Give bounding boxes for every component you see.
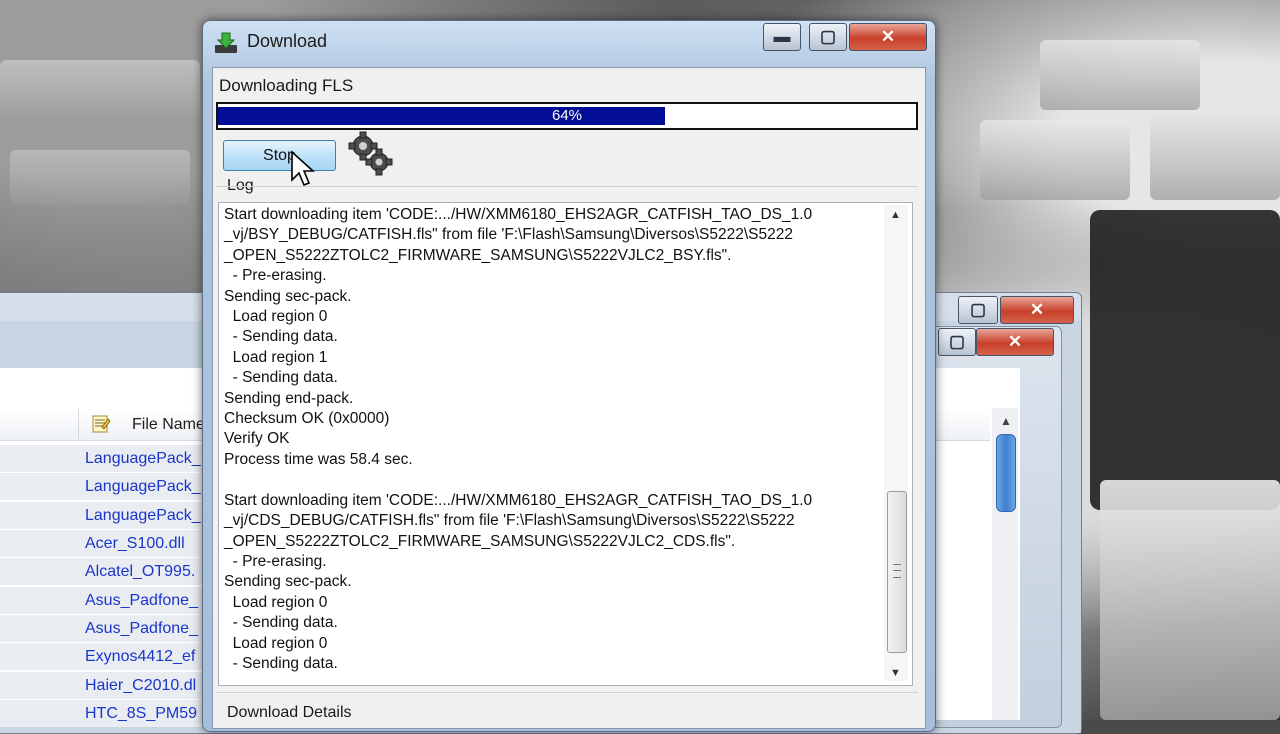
file-item[interactable]: LanguagePack_ (0, 445, 205, 472)
download-details-label: Download Details (227, 704, 352, 721)
file-item[interactable]: LanguagePack_ (0, 502, 205, 529)
download-window: Download ▬ ▢ ✕ Downloading FLS 64% Stop … (202, 20, 936, 732)
log-scrollbar-thumb[interactable] (887, 491, 907, 653)
file-item[interactable]: Asus_Padfone_ (0, 587, 205, 614)
stop-button[interactable]: Stop (223, 140, 336, 171)
back-window-2-close-button[interactable]: ✕ (976, 328, 1054, 356)
window-title: Download (247, 31, 328, 51)
log-content: Start downloading item 'CODE:.../HW/XMM6… (224, 206, 813, 672)
scroll-grip-icon (893, 564, 901, 578)
file-item[interactable]: Haier_C2010.dl (0, 672, 205, 699)
file-name-column-icon (92, 415, 111, 433)
scroll-up-arrow-icon[interactable]: ▲ (890, 209, 901, 221)
log-scrollbar[interactable]: ▲ ▼ (884, 205, 908, 681)
close-button[interactable]: ✕ (849, 23, 927, 51)
scrollbar-thumb[interactable] (996, 434, 1016, 512)
download-progress-bar: 64% (216, 102, 918, 130)
back-window-maximize-button[interactable]: ▢ (958, 296, 998, 324)
details-group-frame (216, 692, 918, 693)
back-window-2-maximize-button[interactable]: ▢ (938, 328, 976, 356)
scroll-up-arrow-icon[interactable]: ▲ (1000, 414, 1012, 428)
file-item[interactable]: Asus_Padfone_ (0, 615, 205, 642)
file-item[interactable]: Exynos4412_ef (0, 643, 205, 670)
log-textbox[interactable]: Start downloading item 'CODE:.../HW/XMM6… (218, 202, 913, 686)
download-arrow-icon (215, 32, 237, 53)
file-list-scrollbar[interactable]: ▲ (992, 408, 1018, 720)
progress-percent: 64% (551, 107, 583, 124)
file-item[interactable]: HTC_8S_PM59 (0, 700, 205, 727)
back-window-close-button[interactable]: ✕ (1000, 296, 1074, 324)
download-status-label: Downloading FLS (219, 76, 354, 95)
column-header-file-name[interactable]: File Name (132, 416, 205, 434)
minimize-button[interactable]: ▬ (763, 23, 801, 51)
file-item[interactable]: LanguagePack_ (0, 473, 205, 500)
gears-icon (348, 131, 393, 176)
file-item[interactable]: Alcatel_OT995. (0, 558, 205, 585)
window-client-area: Downloading FLS 64% Stop Log Start downl… (212, 67, 926, 729)
file-item[interactable]: Acer_S100.dll (0, 530, 205, 557)
scroll-down-arrow-icon[interactable]: ▼ (890, 667, 901, 679)
column-separator (78, 408, 79, 440)
mouse-cursor-icon (291, 150, 316, 187)
maximize-button[interactable]: ▢ (809, 23, 847, 51)
